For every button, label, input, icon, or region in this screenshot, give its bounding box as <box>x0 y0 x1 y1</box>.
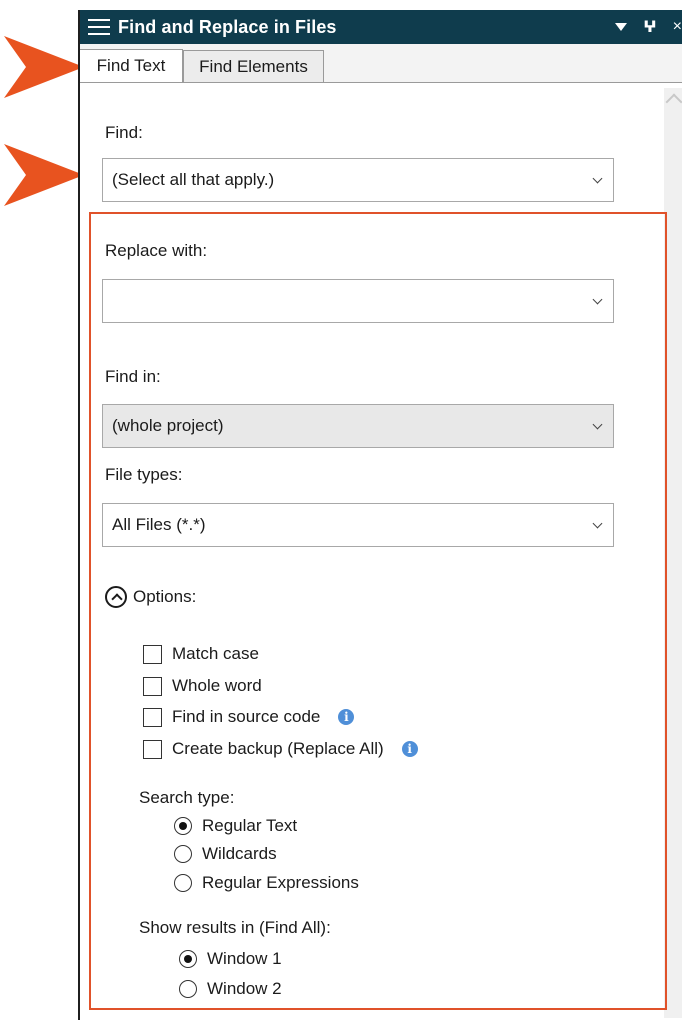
show-results-label: Show results in (Find All): <box>139 918 331 937</box>
find-in-combobox[interactable]: (whole project) <box>102 404 614 448</box>
radio-label: Wildcards <box>202 844 277 863</box>
find-label: Find: <box>105 123 143 142</box>
checkbox-label: Whole word <box>172 676 262 695</box>
checkbox-label: Find in source code <box>172 707 321 726</box>
options-toggle[interactable]: Options: <box>105 586 196 608</box>
file-types-value: All Files (*.*) <box>112 515 206 534</box>
chevron-down-icon[interactable] <box>592 294 603 305</box>
checkbox-box[interactable] <box>143 707 162 727</box>
file-types-label: File types: <box>105 465 183 484</box>
options-label: Options: <box>133 587 197 606</box>
radio-label: Regular Text <box>202 816 298 835</box>
find-value: (Select all that apply.) <box>112 170 275 189</box>
file-types-combobox[interactable]: All Files (*.*) <box>102 503 614 547</box>
radio-window-2[interactable]: Window 2 <box>179 979 282 999</box>
find-in-label: Find in: <box>105 367 161 386</box>
close-icon[interactable]: × <box>673 18 682 36</box>
find-replace-panel: Find and Replace in Files ⵖ × Find Text … <box>78 10 682 1020</box>
search-type-label: Search type: <box>139 788 235 807</box>
replace-label: Replace with: <box>105 241 208 260</box>
tab-find-text[interactable]: Find Text <box>80 49 183 82</box>
radio-label: Window 2 <box>207 979 282 998</box>
radio-regular-expressions[interactable]: Regular Expressions <box>174 873 359 893</box>
find-in-value: (whole project) <box>112 416 224 435</box>
hamburger-menu-icon[interactable] <box>88 18 110 36</box>
checkbox-box[interactable] <box>143 739 162 759</box>
radio-button[interactable] <box>179 950 197 968</box>
callout-arrow-icon <box>4 144 84 206</box>
title-bar: Find and Replace in Files ⵖ × <box>80 10 682 44</box>
radio-button[interactable] <box>174 817 192 835</box>
find-text-content: Find: (Select all that apply.) Replace w… <box>80 82 682 1020</box>
chevron-down-icon[interactable] <box>592 518 603 529</box>
info-icon[interactable]: i <box>401 741 418 757</box>
radio-button[interactable] <box>174 874 192 892</box>
radio-button[interactable] <box>174 845 192 863</box>
checkbox-box[interactable] <box>143 676 162 696</box>
checkbox-label: Create backup (Replace All) <box>172 739 384 758</box>
whole-word-checkbox[interactable]: Whole word <box>143 676 262 696</box>
match-case-checkbox[interactable]: Match case <box>143 644 259 664</box>
radio-label: Window 1 <box>207 949 282 968</box>
checkbox-label: Match case <box>172 644 259 663</box>
radio-wildcards[interactable]: Wildcards <box>174 844 277 864</box>
window-title: Find and Replace in Files <box>118 16 337 37</box>
collapse-chevron-up-icon[interactable] <box>105 586 127 608</box>
tab-strip: Find Text Find Elements <box>80 44 682 83</box>
info-icon[interactable]: i <box>338 709 355 725</box>
checkbox-box[interactable] <box>143 644 162 664</box>
find-combobox[interactable]: (Select all that apply.) <box>102 158 614 202</box>
scroll-up-icon[interactable] <box>665 93 682 111</box>
radio-regular-text[interactable]: Regular Text <box>174 816 297 836</box>
create-backup-checkbox[interactable]: Create backup (Replace All) i <box>143 739 418 759</box>
radio-button[interactable] <box>179 980 197 998</box>
chevron-down-icon[interactable] <box>592 419 603 430</box>
replace-combobox[interactable] <box>102 279 614 323</box>
chevron-down-icon[interactable] <box>592 173 603 184</box>
radio-window-1[interactable]: Window 1 <box>179 949 282 969</box>
find-in-source-code-checkbox[interactable]: Find in source code i <box>143 707 355 727</box>
pin-icon[interactable]: ⵖ <box>643 17 656 37</box>
radio-label: Regular Expressions <box>202 873 359 892</box>
tab-find-elements[interactable]: Find Elements <box>183 50 324 82</box>
window-menu-dropdown-icon[interactable] <box>615 23 628 31</box>
callout-arrow-icon <box>4 36 84 98</box>
